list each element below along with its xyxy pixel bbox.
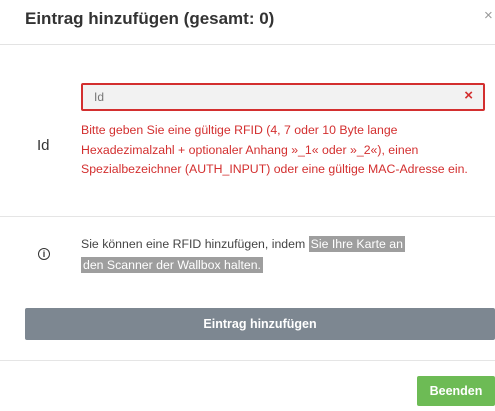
info-highlight-1: Sie Ihre Karte an <box>308 236 405 252</box>
section-divider <box>0 216 495 217</box>
id-error-message: Bitte geben Sie eine gültige RFID (4, 7 … <box>81 123 468 176</box>
clear-input-icon[interactable]: × <box>464 88 473 103</box>
add-entry-dialog: Eintrag hinzufügen (gesamt: 0) × Id × Bi… <box>0 0 495 411</box>
info-circle-icon: i <box>38 248 50 260</box>
dialog-header: Eintrag hinzufügen (gesamt: 0) × <box>0 0 495 45</box>
info-highlight-2: den Scanner der Wallbox halten. <box>81 257 263 273</box>
add-entry-button[interactable]: Eintrag hinzufügen <box>25 308 495 340</box>
close-icon[interactable]: × <box>484 8 493 23</box>
id-label: Id <box>37 137 50 154</box>
dialog-title: Eintrag hinzufügen (gesamt: 0) <box>25 9 275 28</box>
id-input[interactable] <box>83 85 454 109</box>
finish-button[interactable]: Beenden <box>417 376 495 406</box>
id-input-wrapper: × <box>81 83 485 111</box>
info-text: Sie können eine RFID hinzufügen, indem S… <box>81 234 481 276</box>
info-text-plain: Sie können eine RFID hinzufügen, indem <box>81 237 309 251</box>
footer-divider <box>0 360 495 361</box>
